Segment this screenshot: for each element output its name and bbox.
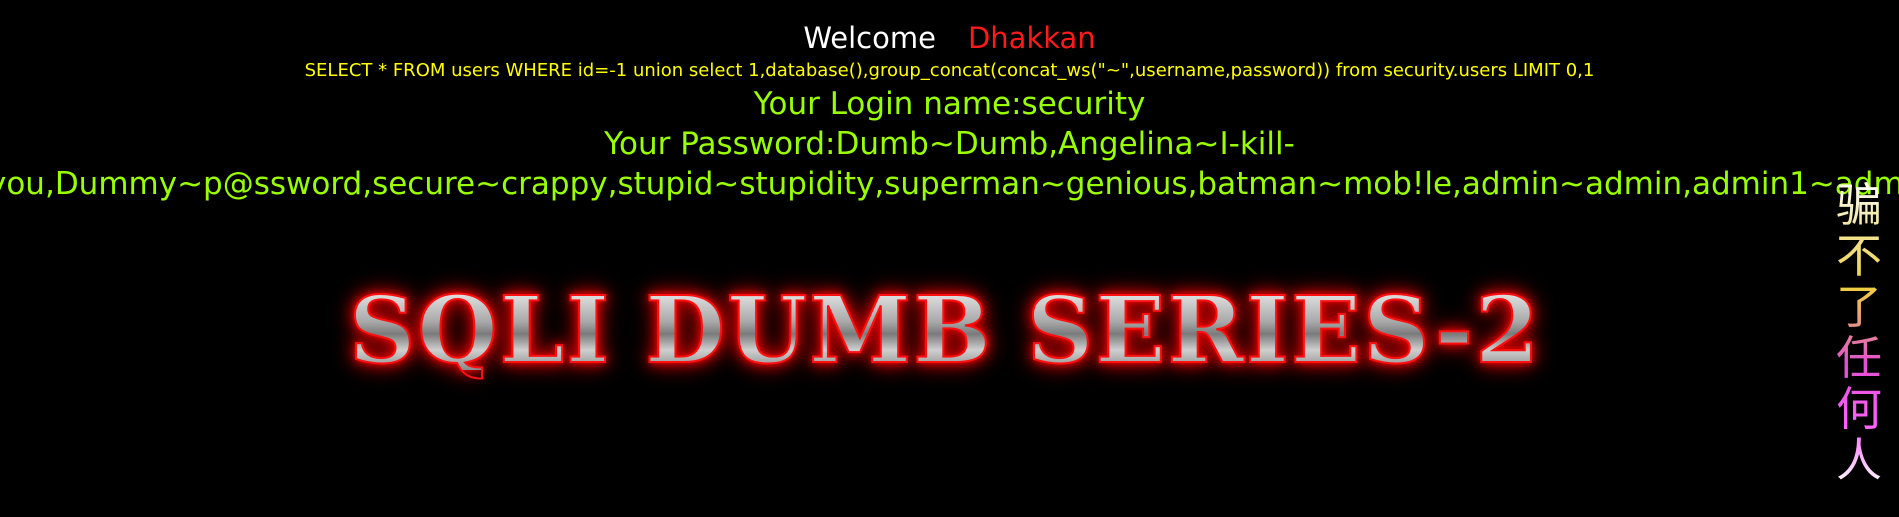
side-char: 骗 (1836, 178, 1882, 232)
password-line-2: you,Dummy~p@ssword,secure~crappy,stupid~… (0, 166, 1899, 202)
welcome-line: Welcome Dhakkan (0, 18, 1899, 58)
side-char: 了 (1836, 280, 1882, 334)
side-vertical-text: 骗 不 了 任 何 人 (1834, 180, 1884, 486)
side-char: 人 (1836, 433, 1882, 487)
welcome-text: Welcome (803, 21, 936, 55)
side-char: 任 (1836, 331, 1882, 385)
sql-query-text: SELECT * FROM users WHERE id=-1 union se… (304, 60, 1595, 81)
login-name-text: Your Login name:security (753, 86, 1146, 122)
password-output: Your Password:Dumb~Dumb,Angelina~I-kill-… (0, 124, 1899, 204)
password-line-1: Your Password:Dumb~Dumb,Angelina~I-kill- (604, 126, 1295, 162)
welcome-name: Dhakkan (967, 21, 1096, 55)
side-char: 何 (1836, 382, 1882, 436)
side-char: 不 (1836, 229, 1882, 283)
banner-title: SQLI DUMB SERIES-2 (325, 284, 1565, 376)
